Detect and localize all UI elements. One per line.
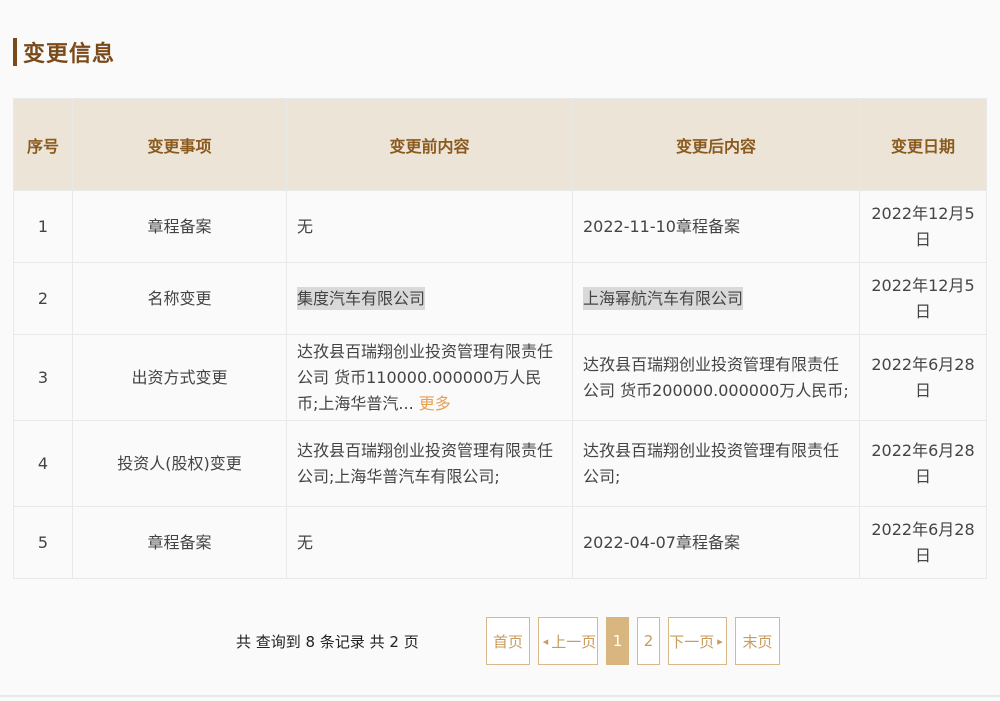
cell-before: 无 (286, 190, 573, 263)
cell-after: 2022-04-07章程备案 (572, 506, 860, 579)
bottom-divider (0, 695, 1000, 697)
cell-date: 2022年12月5日 (859, 190, 987, 263)
first-page-button[interactable]: 首页 (486, 617, 530, 665)
cell-date: 2022年6月28日 (859, 420, 987, 507)
cell-item: 章程备案 (72, 190, 287, 263)
prev-page-label: 上一页 (551, 632, 597, 651)
table-row: 4 投资人(股权)变更 达孜县百瑞翔创业投资管理有限责任公司;上海华普汽车有限公… (13, 420, 987, 507)
table-row: 1 章程备案 无 2022-11-10章程备案 2022年12月5日 (13, 190, 987, 263)
change-info-table: 序号 变更事项 变更前内容 变更后内容 变更日期 1 章程备案 无 2022-1… (13, 98, 987, 579)
cell-no: 5 (13, 506, 73, 579)
pagination: 共 查询到 8 条记录 共 2 页 首页 ◂ 上一页 1 2 下一页 ▸ 末页 (0, 617, 1000, 665)
cell-after: 达孜县百瑞翔创业投资管理有限责任公司; (572, 420, 860, 507)
cell-date: 2022年6月28日 (859, 334, 987, 421)
header-item: 变更事项 (72, 98, 287, 191)
cell-after: 上海幂航汽车有限公司 (572, 262, 860, 335)
chevron-right-icon: ▸ (717, 634, 723, 648)
cell-item: 章程备案 (72, 506, 287, 579)
chevron-left-icon: ◂ (542, 634, 549, 648)
table-header-row: 序号 变更事项 变更前内容 变更后内容 变更日期 (13, 98, 987, 191)
prev-page-button[interactable]: ◂ 上一页 (538, 617, 598, 665)
header-after: 变更后内容 (572, 98, 860, 191)
table-row: 3 出资方式变更 达孜县百瑞翔创业投资管理有限责任公司 货币110000.000… (13, 334, 987, 421)
section-title-text: 变更信息 (23, 42, 116, 67)
total-records-text: 共 查询到 8 条记录 共 2 页 (236, 633, 419, 651)
cell-before: 达孜县百瑞翔创业投资管理有限责任公司 货币110000.000000万人民币;上… (286, 334, 573, 421)
page-2-button[interactable]: 2 (637, 617, 660, 665)
cell-no: 3 (13, 334, 73, 421)
header-no: 序号 (13, 98, 73, 191)
first-page-label: 首页 (492, 632, 523, 651)
cell-date: 2022年6月28日 (859, 506, 987, 579)
next-page-label: 下一页 (669, 632, 715, 651)
cell-no: 1 (13, 190, 73, 263)
table-row: 5 章程备案 无 2022-04-07章程备案 2022年6月28日 (13, 506, 987, 579)
page-number: 1 (612, 632, 623, 650)
cell-no: 2 (13, 262, 73, 335)
next-page-button[interactable]: 下一页 ▸ (668, 617, 727, 665)
cell-item: 出资方式变更 (72, 334, 287, 421)
page-1-button[interactable]: 1 (606, 617, 629, 665)
cell-before: 达孜县百瑞翔创业投资管理有限责任公司;上海华普汽车有限公司; (286, 420, 573, 507)
section-title: 变更信息 (13, 36, 115, 68)
cell-item: 名称变更 (72, 262, 287, 335)
header-before: 变更前内容 (286, 98, 573, 191)
cell-item: 投资人(股权)变更 (72, 420, 287, 507)
table-row: 2 名称变更 集度汽车有限公司 上海幂航汽车有限公司 2022年12月5日 (13, 262, 987, 335)
cell-no: 4 (13, 420, 73, 507)
header-date: 变更日期 (859, 98, 987, 191)
highlighted-text: 集度汽车有限公司 (297, 286, 426, 310)
page-number: 2 (643, 632, 654, 650)
last-page-label: 末页 (742, 632, 773, 651)
highlighted-text: 上海幂航汽车有限公司 (583, 286, 744, 310)
cell-before: 集度汽车有限公司 (286, 262, 573, 335)
cell-after: 2022-11-10章程备案 (572, 190, 860, 263)
cell-date: 2022年12月5日 (859, 262, 987, 335)
more-link[interactable]: 更多 (419, 394, 451, 413)
cell-before: 无 (286, 506, 573, 579)
last-page-button[interactable]: 末页 (735, 617, 780, 665)
cell-after: 达孜县百瑞翔创业投资管理有限责任公司 货币200000.000000万人民币; (572, 334, 860, 421)
title-accent-bar (13, 38, 17, 66)
